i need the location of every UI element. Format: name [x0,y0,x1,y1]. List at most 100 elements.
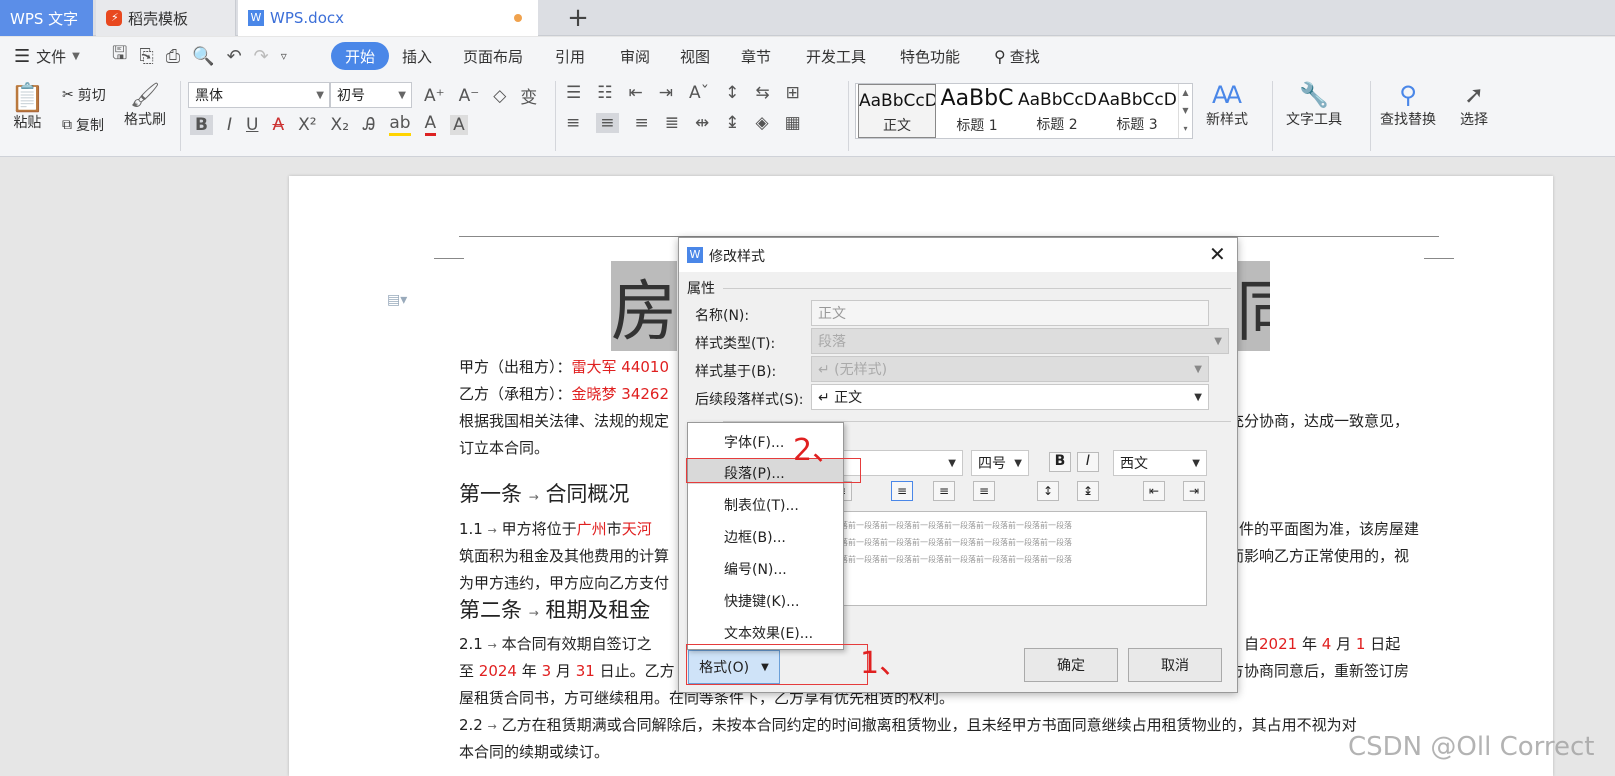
style-normal[interactable]: AaBbCcD 正文 [858,84,936,138]
borders-icon[interactable]: ▦ [785,113,801,133]
italic-toggle[interactable]: I [1077,452,1099,472]
find-replace-button[interactable]: ⚲ 查找替换 [1380,81,1436,129]
bold-toggle[interactable]: B [1049,452,1071,472]
ok-button[interactable]: 确定 [1024,648,1118,682]
menu-item-shortcut[interactable]: 快捷键(K)... [724,591,799,611]
save-icon[interactable]: 🖫 [112,41,127,71]
next-style-select[interactable]: ↵ 正文 ▼ [811,384,1209,410]
clear-format-icon[interactable]: ◇ [493,86,506,106]
decrease-indent-icon[interactable]: ⇤ [629,83,643,103]
subscript-icon[interactable]: X₂ [331,115,349,135]
grow-font-icon[interactable]: A⁺ [424,86,445,106]
text-tools-button[interactable]: 🔧 文字工具 [1286,81,1342,129]
decrease-indent-icon[interactable]: ⇤ [1143,481,1165,501]
increase-indent-icon[interactable]: ⇥ [659,83,673,103]
tab-wps-writer[interactable]: WPS 文字 [0,0,93,36]
line-spacing-single-icon[interactable]: ↕ [1037,481,1059,501]
style-type-select[interactable]: 段落 ▼ [811,328,1229,354]
style-heading-3[interactable]: AaBbCcD 标题 3 [1098,84,1176,138]
tab-chapter[interactable]: 章节 [741,37,771,75]
align-right-icon[interactable]: ≡ [973,481,995,501]
cut-button[interactable]: ✂ 剪切 [62,85,106,105]
phonetic-icon[interactable]: 变 [520,83,537,108]
select-button[interactable]: ➚ 选择 [1460,81,1488,129]
tab-home[interactable]: 开始 [331,42,390,70]
align-left-icon[interactable]: ≡ [566,113,580,133]
magnifier-icon: ⚲ [1399,81,1417,109]
shading-icon[interactable]: ◈ [756,113,769,133]
new-tab-button[interactable]: + [560,0,596,36]
sort-icon[interactable]: ↕ [725,83,739,103]
tab-special-features[interactable]: 特色功能 [900,37,960,75]
redo-icon[interactable]: ↷ [254,46,269,67]
style-heading-1[interactable]: AaBbC 标题 1 [938,84,1016,138]
print-preview-icon[interactable]: 🔍 [192,46,214,67]
new-style-button[interactable]: Ꜳ 新样式 [1206,81,1248,129]
font-size-select[interactable]: 初号 ▼ [330,82,412,108]
justify-icon[interactable]: ≣ [665,113,679,133]
align-left-icon[interactable]: ≡ [933,481,955,501]
table-icon[interactable]: ⊞ [786,83,800,103]
tab-developer[interactable]: 开发工具 [806,37,866,75]
paste-button[interactable]: 📋 粘贴 [10,81,45,132]
search-menu[interactable]: ⚲ 查找 [994,37,1040,75]
bold-icon[interactable]: B [190,114,213,135]
tab-review[interactable]: 审阅 [620,37,650,75]
print-icon[interactable]: ⎙ [166,46,180,67]
menu-item-borders[interactable]: 边框(B)... [724,527,786,547]
tab-page-layout[interactable]: 页面布局 [463,37,523,75]
increase-indent-icon[interactable]: ⇥ [1183,481,1205,501]
menu-item-text-effect[interactable]: 文本效果(E)... [724,623,813,643]
highlight-icon[interactable]: ab [389,113,411,136]
size-select[interactable]: 四号 ▼ [971,450,1029,476]
menu-item-font[interactable]: 字体(F)... [724,432,784,452]
menu-bar: ☰ 文件 ▼ 🖫 ⎘ ⎙ 🔍 ↶ ↷ ▿ 开始 插入 页面布局 引用 审阅 视图… [0,37,1615,75]
tab-document[interactable]: W WPS.docx [238,0,538,36]
file-menu[interactable]: ☰ 文件 ▼ [14,37,80,75]
underline-icon[interactable]: U [246,115,258,135]
align-right-icon[interactable]: ≡ [635,113,649,133]
doc-comment-icon[interactable]: ▤▾ [387,292,407,308]
preview-line: 段落前一段落前一段落前一段落前一段落前一段落前一段落前一段落 [832,538,1072,547]
cancel-button[interactable]: 取消 [1128,648,1222,682]
tab-view[interactable]: 视图 [680,37,710,75]
shrink-font-icon[interactable]: A⁻ [459,86,480,106]
bullets-icon[interactable]: ☰ [566,83,581,103]
line-spacing-icon[interactable]: ↨ [725,113,739,133]
style-name: 标题 1 [956,118,998,134]
menu-item-tabs[interactable]: 制表位(T)... [724,495,799,515]
customize-icon[interactable]: ▿ [281,49,287,63]
script-select[interactable]: 西文 ▼ [1113,450,1207,476]
font-color-icon[interactable]: A [424,113,437,136]
tab-insert[interactable]: 插入 [402,37,432,75]
tab-label: 稻壳模板 [128,9,189,28]
undo-icon[interactable]: ↶ [227,46,242,67]
char-scale-icon[interactable]: Aˇ [689,83,709,103]
strikethrough-icon[interactable]: A [272,115,284,135]
style-heading-2[interactable]: AaBbCcD 标题 2 [1018,84,1096,138]
font-name-select[interactable]: 黑体 ▼ [188,82,330,108]
align-center-icon[interactable]: ≡ [596,113,619,133]
char-shading-icon[interactable]: A [450,114,468,135]
tab-references[interactable]: 引用 [555,37,585,75]
line-spacing-double-icon[interactable]: ↨ [1077,481,1099,501]
text-effect-icon[interactable]: Ꭿ [363,115,375,135]
distributed-icon[interactable]: ⇹ [695,113,709,133]
italic-icon[interactable]: I [227,115,232,135]
show-marks-icon[interactable]: ⇆ [755,83,769,103]
based-on-select[interactable]: ↵ (无样式) ▼ [811,356,1209,382]
copy-button[interactable]: ⧉ 复制 [62,115,104,135]
align-center-icon[interactable]: ≡ [891,481,913,501]
menu-item-numbering[interactable]: 编号(N)... [724,559,787,579]
document-icon: W [248,10,264,26]
chevron-down-icon: ▼ [72,50,80,62]
format-painter-button[interactable]: 🖌 格式刷 [124,81,166,129]
copy-icon: ⧉ [62,117,72,133]
name-field[interactable]: 正文 [811,300,1209,326]
format-icon[interactable]: ⎘ [139,46,153,67]
numbering-icon[interactable]: ☷ [597,83,612,103]
gallery-scroll[interactable]: ▲ ▼ ▾ [1178,84,1192,138]
close-icon[interactable]: ✕ [1209,242,1226,266]
tab-daoke-templates[interactable]: ⚡ 稻壳模板 [96,0,236,36]
superscript-icon[interactable]: X² [298,115,316,135]
